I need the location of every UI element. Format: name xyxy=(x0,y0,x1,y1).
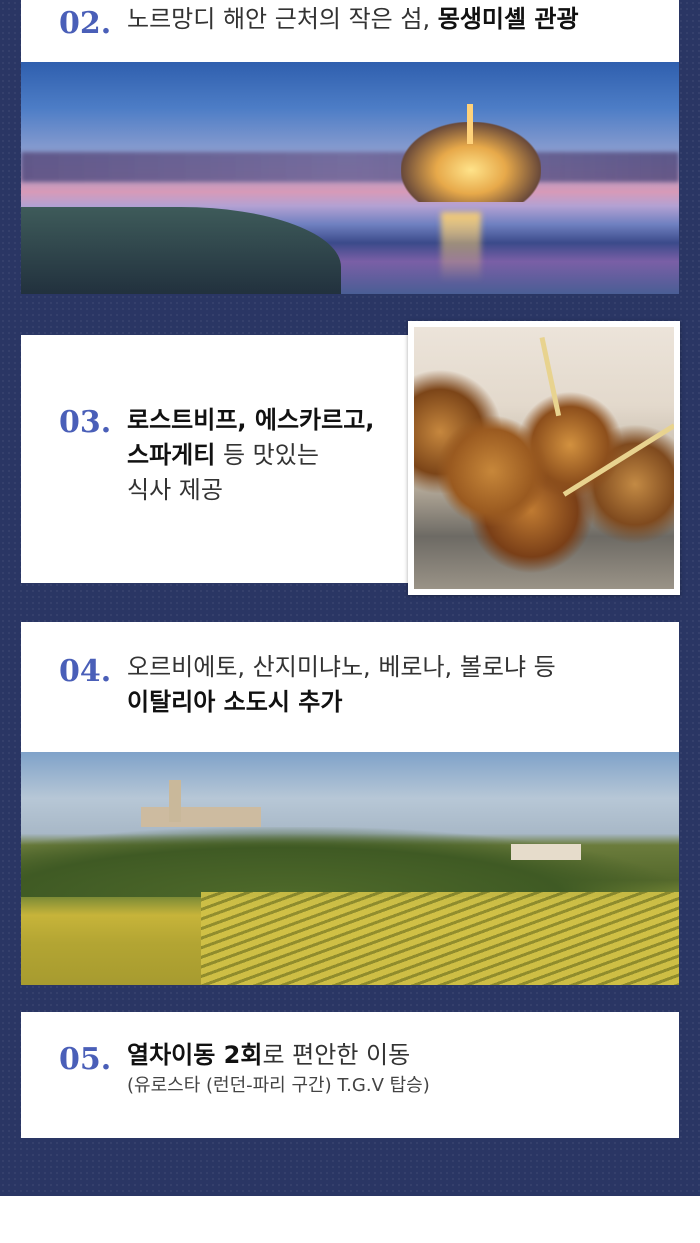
village-buildings xyxy=(141,807,261,827)
cloud-band xyxy=(21,152,679,182)
toothpick xyxy=(539,336,562,417)
vineyard-rows xyxy=(201,892,679,985)
item-03-line2-plain: 등 맛있는 xyxy=(215,440,319,469)
item-04-card: 04. 오르비에토, 산지미냐노, 베로나, 볼로냐 등 이탈리아 소도시 추가 xyxy=(21,622,679,752)
village-tower xyxy=(169,780,181,822)
item-02-text: 노르망디 해안 근처의 작은 섬, 몽생미셸 관광 xyxy=(127,2,579,37)
item-05-number: 05. xyxy=(59,1038,112,1077)
item-04-text: 오르비에토, 산지미냐노, 베로나, 볼로냐 등 이탈리아 소도시 추가 xyxy=(127,650,667,720)
item-03-line2-bold: 스파게티 xyxy=(127,440,216,469)
item-02-text-plain: 노르망디 해안 근처의 작은 섬, xyxy=(127,5,438,33)
toothpick xyxy=(562,423,674,497)
item-04-line1: 오르비에토, 산지미냐노, 베로나, 볼로냐 등 xyxy=(127,653,556,681)
shore-land xyxy=(21,207,341,294)
item-05-card: 05. 열차이동 2회로 편안한 이동 (유로스타 (런던-파리 구간) T.G… xyxy=(21,1012,679,1138)
farmhouse xyxy=(511,844,581,860)
escargot-photo-frame xyxy=(408,321,680,595)
tuscany-image xyxy=(21,752,679,985)
item-05-line1-plain: 로 편안한 이동 xyxy=(262,1041,411,1069)
item-05-line1-bold: 열차이동 2회 xyxy=(127,1041,263,1069)
item-04-number: 04. xyxy=(59,650,112,689)
item-04-line2: 이탈리아 소도시 추가 xyxy=(127,687,343,716)
item-05-line2: (유로스타 (런던-파리 구간) T.G.V 탑승) xyxy=(127,1074,430,1096)
item-02-text-bold: 몽생미셸 관광 xyxy=(437,5,579,33)
item-05-text: 열차이동 2회로 편안한 이동 (유로스타 (런던-파리 구간) T.G.V 탑… xyxy=(127,1038,667,1099)
olive-hill xyxy=(21,827,679,897)
escargot-image xyxy=(414,327,674,589)
item-03-text: 로스트비프, 에스카르고, 스파게티 등 맛있는 식사 제공 xyxy=(127,403,407,507)
item-02-card: 02. 노르망디 해안 근처의 작은 섬, 몽생미셸 관광 xyxy=(21,0,679,62)
mont-saint-michel-image xyxy=(21,62,679,294)
item-03-line3: 식사 제공 xyxy=(127,475,223,504)
item-03-number: 03. xyxy=(59,401,112,440)
item-02-number: 02. xyxy=(59,2,112,41)
item-03-line1: 로스트비프, 에스카르고, xyxy=(127,406,375,434)
water-reflection xyxy=(441,212,481,282)
castle-spire xyxy=(467,104,473,144)
